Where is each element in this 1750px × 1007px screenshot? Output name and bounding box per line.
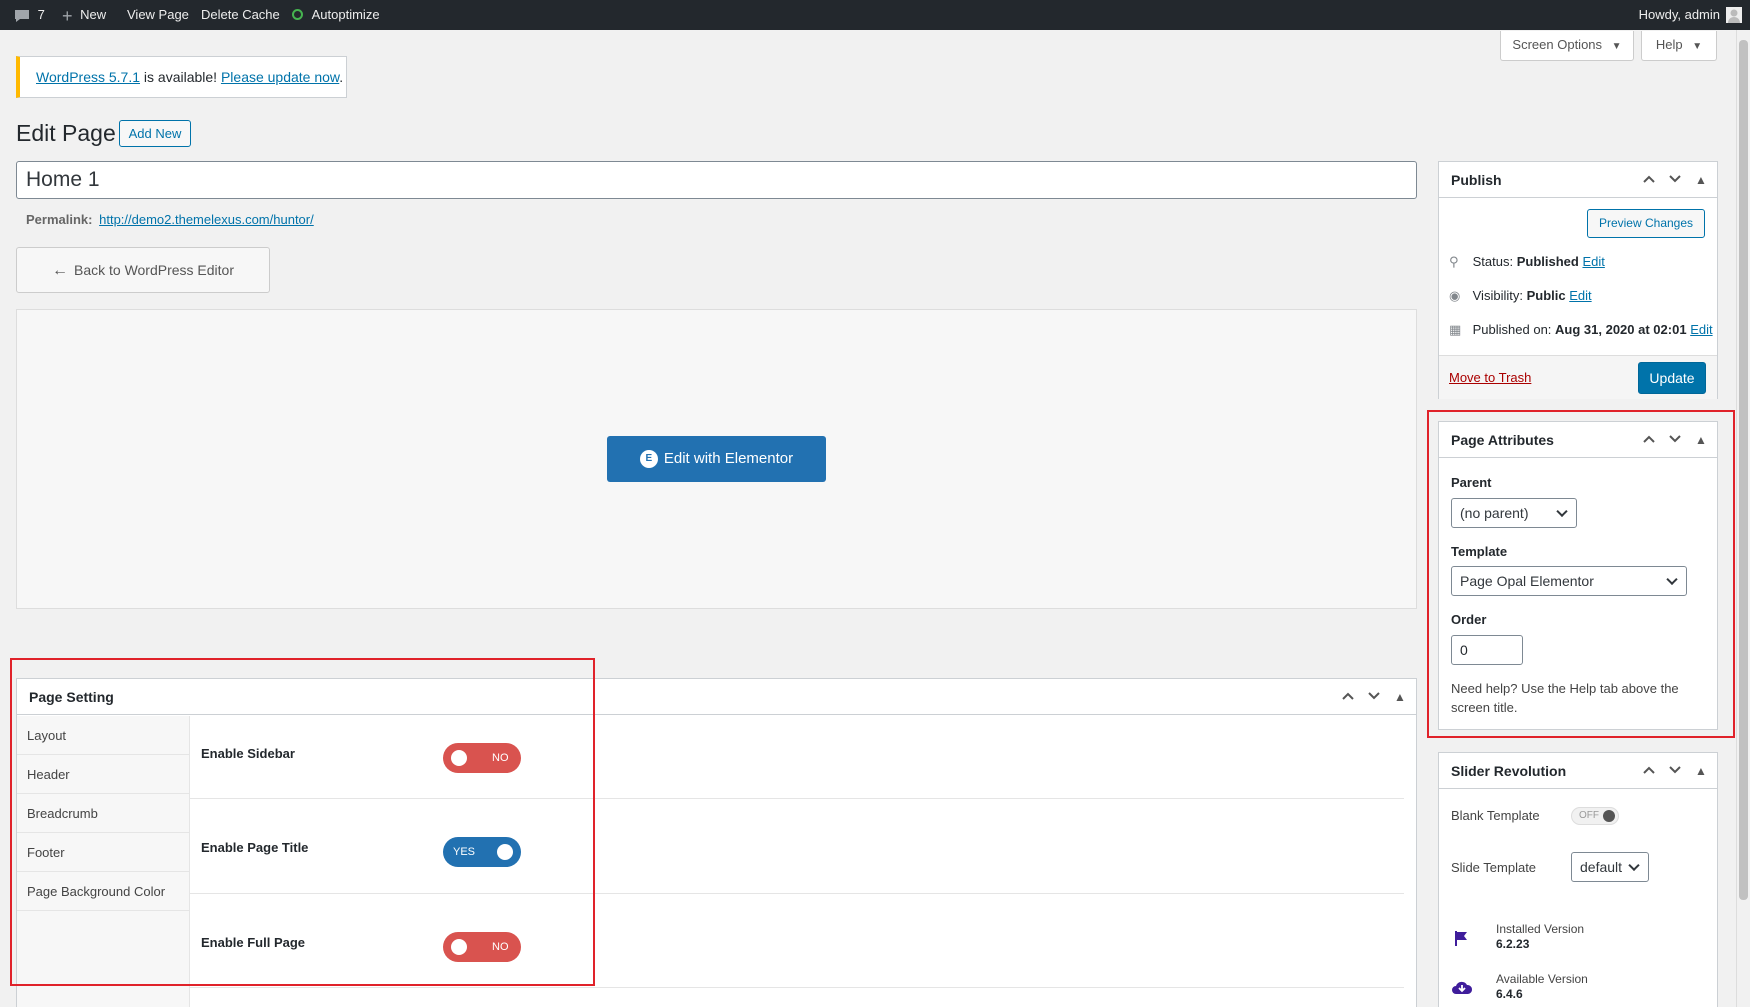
visibility-row: ◉ Visibility: Public Edit (1449, 288, 1592, 304)
available-version-value: 6.4.6 (1496, 987, 1523, 1001)
blank-template-label: Blank Template (1451, 808, 1540, 823)
page-title: Edit Page (16, 120, 116, 146)
eye-icon: ◉ (1449, 288, 1461, 303)
status-value: Published (1516, 254, 1579, 269)
preview-changes-button[interactable]: Preview Changes (1587, 209, 1705, 238)
new-link[interactable]: + New (62, 0, 106, 30)
admin-bar: 7 + New View Page Delete Cache Autoptimi… (0, 0, 1750, 30)
notice-end: . (339, 69, 344, 85)
divider (189, 987, 1404, 988)
move-up-icon[interactable] (1336, 679, 1360, 715)
caret-down-icon: ▼ (1611, 41, 1622, 52)
collapse-toggle-icon[interactable]: ▲ (1689, 753, 1713, 789)
toggle-knob (1603, 810, 1615, 822)
available-version: Available Version 6.4.6 (1496, 972, 1588, 1002)
cloud-download-icon (1451, 979, 1473, 998)
status-label: Status: (1472, 254, 1514, 269)
arrow-left-icon: ← (51, 262, 68, 279)
visibility-value: Public (1526, 288, 1566, 303)
move-down-icon[interactable] (1663, 753, 1687, 789)
status-row: ⚲ Status: Published Edit (1449, 254, 1605, 270)
publish-header: Publish ▲ (1439, 162, 1717, 198)
scrollbar[interactable] (1736, 30, 1750, 1007)
publish-box: Publish ▲ Preview Changes ⚲ Status: Publ… (1438, 161, 1718, 399)
autoptimize-link[interactable]: Autoptimize (292, 0, 380, 30)
autoptimize-label: Autoptimize (311, 7, 380, 22)
back-editor-label: Back to WordPress Editor (73, 262, 235, 278)
move-up-icon[interactable] (1637, 162, 1661, 198)
permalink-link[interactable]: http://demo2.themelexus.com/huntor/ (99, 212, 314, 227)
new-label: New (80, 7, 107, 22)
comments-link[interactable]: 7 (14, 0, 45, 30)
installed-version-value: 6.2.23 (1496, 937, 1530, 951)
comments-count: 7 (37, 7, 45, 22)
delete-cache-link[interactable]: Delete Cache (201, 0, 280, 30)
permalink-row: Permalink: http://demo2.themelexus.com/h… (26, 212, 314, 227)
add-new-button[interactable]: Add New (119, 120, 191, 147)
slider-revolution-header: Slider Revolution ▲ (1439, 753, 1717, 789)
permalink-label: Permalink: (26, 212, 93, 227)
published-label: Published on: (1472, 322, 1552, 337)
scrollbar-thumb[interactable] (1739, 40, 1748, 900)
publish-actions: Move to Trash Update (1439, 355, 1717, 399)
collapse-toggle-icon[interactable]: ▲ (1388, 679, 1412, 715)
publish-title: Publish (1451, 172, 1502, 188)
chevron-down-icon (1628, 859, 1640, 872)
published-on-row: ▦ Published on: Aug 31, 2020 at 02:01 Ed… (1449, 322, 1713, 338)
slide-template-label: Slide Template (1451, 860, 1537, 875)
update-notice: WordPress 5.7.1 is available! Please upd… (16, 56, 347, 98)
flag-icon (1453, 929, 1471, 950)
visibility-label: Visibility: (1472, 288, 1523, 303)
update-button[interactable]: Update (1638, 362, 1706, 394)
view-page-link[interactable]: View Page (127, 0, 189, 30)
edit-with-elementor-button[interactable]: E Edit with Elementor (607, 436, 826, 482)
wp-version-link[interactable]: WordPress 5.7.1 (36, 69, 140, 85)
pin-icon: ⚲ (1449, 254, 1459, 269)
screen-options-label: Screen Options (1512, 37, 1603, 52)
visibility-edit-link[interactable]: Edit (1569, 288, 1591, 303)
caret-down-icon: ▼ (1692, 41, 1703, 52)
elementor-icon: E (639, 450, 658, 469)
howdy-link[interactable]: Howdy, admin (1639, 0, 1720, 30)
blank-template-state: OFF (1579, 810, 1599, 821)
highlight-frame-page-setting (10, 658, 595, 986)
slide-template-value: default (1580, 859, 1623, 875)
back-to-wp-editor-button[interactable]: ← Back to WordPress Editor (16, 247, 270, 293)
edit-elementor-label: Edit with Elementor (663, 450, 794, 467)
slider-revolution-title: Slider Revolution (1451, 763, 1567, 779)
slide-template-select[interactable]: default (1571, 852, 1649, 882)
move-down-icon[interactable] (1663, 162, 1687, 198)
comment-icon (15, 9, 29, 22)
title-input[interactable]: Home 1 (16, 161, 1417, 199)
move-up-icon[interactable] (1637, 753, 1661, 789)
installed-version: Installed Version 6.2.23 (1496, 922, 1584, 952)
notice-text: is available! (140, 69, 221, 85)
move-down-icon[interactable] (1362, 679, 1386, 715)
user-icon (1728, 9, 1740, 23)
screen-options-button[interactable]: Screen Options ▼ (1500, 31, 1634, 61)
help-button[interactable]: Help ▼ (1641, 31, 1717, 61)
highlight-frame-page-attributes (1427, 410, 1735, 738)
help-label: Help (1655, 37, 1683, 52)
update-now-link[interactable]: Please update now (221, 69, 339, 85)
published-value: Aug 31, 2020 at 02:01 (1555, 322, 1687, 337)
plus-icon: + (62, 5, 73, 26)
status-edit-link[interactable]: Edit (1582, 254, 1604, 269)
installed-version-label: Installed Version (1496, 922, 1585, 936)
calendar-icon: ▦ (1449, 322, 1462, 337)
avatar[interactable] (1726, 7, 1742, 23)
move-to-trash-link[interactable]: Move to Trash (1449, 370, 1531, 385)
collapse-toggle-icon[interactable]: ▲ (1689, 162, 1713, 198)
published-edit-link[interactable]: Edit (1690, 322, 1712, 337)
blank-template-toggle[interactable]: OFF (1571, 807, 1619, 825)
slider-revolution-box: Slider Revolution ▲ Blank Template OFF S… (1438, 752, 1718, 1007)
available-version-label: Available Version (1496, 972, 1588, 986)
status-circle-icon (292, 9, 303, 21)
